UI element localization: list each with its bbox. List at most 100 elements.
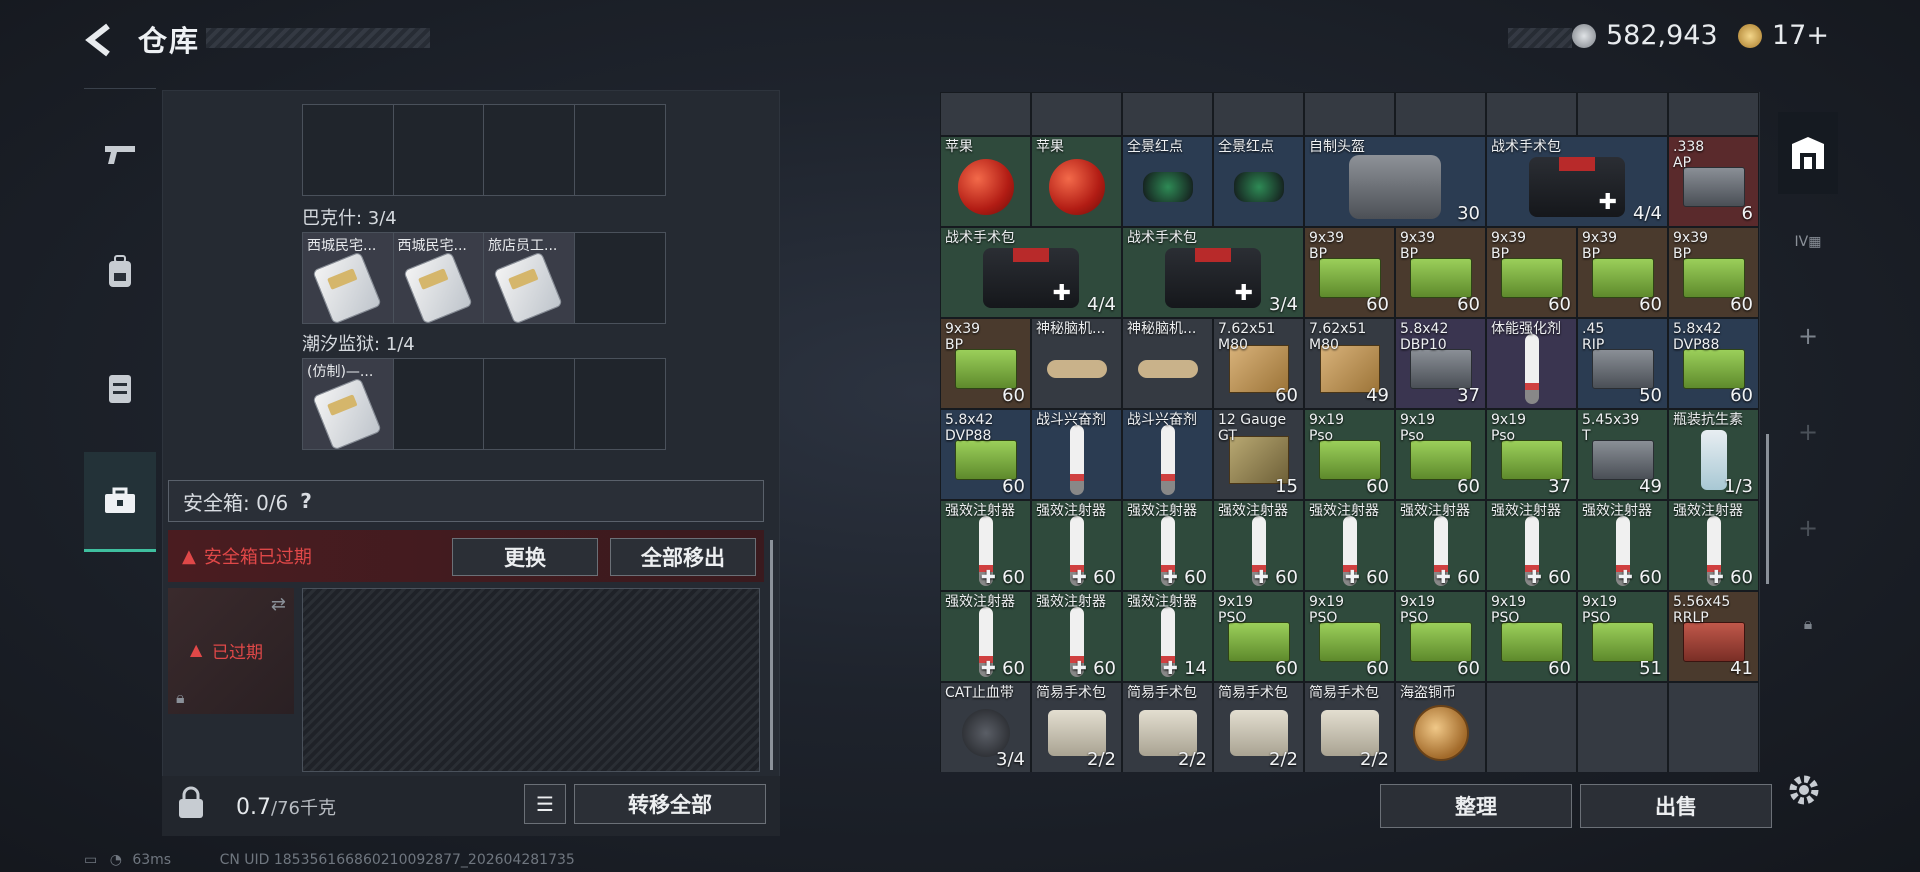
item-cell[interactable]: 神秘脑机... (1122, 318, 1213, 409)
item-cell[interactable]: 9x19 PSO 60 (1213, 591, 1304, 682)
item-cell[interactable]: 9x19 PSO 60 (1486, 591, 1577, 682)
item-cell[interactable]: 简易手术包 2/2 (1304, 682, 1395, 772)
nav-vest[interactable] (84, 338, 156, 438)
item-cell[interactable]: 简易手术包 2/2 (1031, 682, 1122, 772)
empty-cell[interactable] (1577, 682, 1668, 772)
keycard-slot[interactable]: 西城民宅... (303, 233, 394, 323)
item-cell[interactable]: 战术手术包 3/4 (1122, 227, 1304, 318)
slot[interactable] (484, 105, 575, 195)
item-cell[interactable]: 9x19 PSO 60 (1395, 591, 1486, 682)
nav-backpack[interactable] (84, 222, 156, 322)
item-cell[interactable]: 战斗兴奋剂 (1122, 409, 1213, 500)
list-view-button[interactable]: ☰ (524, 784, 566, 824)
item-cell[interactable]: 体能强化剂 (1486, 318, 1577, 409)
item-cell[interactable]: 12 Gauge GT 15 (1213, 409, 1304, 500)
grid-cell[interactable] (1122, 92, 1213, 136)
item-cell[interactable]: 5.8x42 DVP88 60 (1668, 318, 1759, 409)
item-cell[interactable]: 强效注射器 ✚ 60 (1122, 500, 1213, 591)
settings-icon[interactable] (1786, 772, 1822, 808)
item-cell[interactable]: 9x39 BP 60 (1668, 227, 1759, 318)
item-cell[interactable]: 9x19 Pso 60 (1395, 409, 1486, 500)
item-cell[interactable]: CAT止血带 3/4 (940, 682, 1031, 772)
item-cell[interactable]: 海盗铜币 (1395, 682, 1486, 772)
item-cell[interactable]: 全景红点 (1122, 136, 1213, 227)
add-tab-button[interactable]: + (1778, 306, 1838, 366)
help-icon[interactable]: ? (300, 489, 312, 513)
item-cell[interactable]: 9x19 PSO 60 (1304, 591, 1395, 682)
slot[interactable] (303, 105, 394, 195)
empty-cell[interactable] (1486, 682, 1577, 772)
slot[interactable] (575, 105, 666, 195)
item-cell[interactable]: 战术手术包 4/4 (940, 227, 1122, 318)
grid-cell[interactable] (1486, 92, 1577, 136)
item-cell[interactable]: 强效注射器 ✚ 60 (1668, 500, 1759, 591)
item-cell[interactable]: 神秘脑机... (1031, 318, 1122, 409)
keycard-slot[interactable]: 旅店员工... (484, 233, 575, 323)
organize-button[interactable]: 整理 (1380, 784, 1572, 828)
item-cell[interactable]: 强效注射器 ✚ 60 (1304, 500, 1395, 591)
item-cell[interactable]: 5.8x42 DBP10 37 (1395, 318, 1486, 409)
item-cell[interactable]: 9x39 BP 60 (1577, 227, 1668, 318)
move-all-out-button[interactable]: 全部移出 (610, 538, 756, 576)
item-cell[interactable]: 强效注射器 ✚ 60 (1577, 500, 1668, 591)
keycard-slot[interactable]: (仿制)—... (303, 359, 394, 449)
nav-case[interactable] (84, 452, 156, 552)
empty-cell[interactable] (1668, 682, 1759, 772)
item-cell[interactable]: 苹果 (940, 136, 1031, 227)
slot[interactable] (394, 105, 484, 195)
swap-icon[interactable]: ⇄ (271, 594, 286, 615)
item-cell[interactable]: 强效注射器 ✚ 60 (1395, 500, 1486, 591)
add-tab-button[interactable]: + (1778, 498, 1838, 558)
item-cell[interactable]: 5.45x39 T 49 (1577, 409, 1668, 500)
item-cell[interactable]: 自制头盔 30 (1304, 136, 1486, 227)
nav-weapon[interactable] (84, 104, 156, 204)
item-cell[interactable]: 强效注射器 ✚ 60 (1213, 500, 1304, 591)
slot[interactable] (484, 359, 575, 449)
scrollbar[interactable] (770, 540, 773, 770)
item-cell[interactable]: 9x39 BP 60 (1304, 227, 1395, 318)
stash-tab[interactable] (1778, 112, 1838, 194)
item-cell[interactable]: 7.62x51 M80 49 (1304, 318, 1395, 409)
item-cell[interactable]: 简易手术包 2/2 (1122, 682, 1213, 772)
keycard-slot[interactable]: 西城民宅... (393, 233, 484, 323)
item-cell[interactable]: 战斗兴奋剂 (1031, 409, 1122, 500)
item-cell[interactable]: 苹果 (1031, 136, 1122, 227)
add-tab-button[interactable]: + (1778, 402, 1838, 462)
storage-tab-iv[interactable]: IV▦ (1778, 212, 1838, 272)
item-cell[interactable]: 9x39 BP 60 (1486, 227, 1577, 318)
grid-scrollbar[interactable] (1766, 434, 1769, 584)
item-cell[interactable]: 9x39 BP 60 (1395, 227, 1486, 318)
item-cell[interactable]: 瓶装抗生素 1/3 (1668, 409, 1759, 500)
item-cell[interactable]: 7.62x51 M80 60 (1213, 318, 1304, 409)
item-cell[interactable]: 强效注射器 ✚ 60 (940, 591, 1031, 682)
item-cell[interactable]: 强效注射器 ✚ 60 (940, 500, 1031, 591)
item-cell[interactable]: .45 RIP 50 (1577, 318, 1668, 409)
sell-button[interactable]: 出售 (1580, 784, 1772, 828)
item-cell[interactable]: .338 AP 6 (1668, 136, 1759, 227)
item-cell[interactable]: 9x19 Pso 37 (1486, 409, 1577, 500)
item-cell[interactable]: 9x39 BP 60 (940, 318, 1031, 409)
grid-cell[interactable] (1668, 92, 1759, 136)
slot[interactable] (394, 359, 484, 449)
grid-cell[interactable] (1577, 92, 1668, 136)
currency-gold[interactable]: 17+ (1738, 20, 1829, 51)
grid-cell[interactable] (1395, 92, 1486, 136)
item-cell[interactable]: 强效注射器 ✚ 60 (1031, 591, 1122, 682)
item-cell[interactable]: 5.8x42 DVP88 60 (940, 409, 1031, 500)
grid-cell[interactable] (1304, 92, 1395, 136)
grid-cell[interactable] (940, 92, 1031, 136)
item-cell[interactable]: 5.56x45 RRLP 41 (1668, 591, 1759, 682)
transfer-all-button[interactable]: 转移全部 (574, 784, 766, 824)
item-cell[interactable]: 强效注射器 ✚ 60 (1486, 500, 1577, 591)
item-cell[interactable]: 9x19 Pso 60 (1304, 409, 1395, 500)
item-cell[interactable]: 强效注射器 ✚ 60 (1031, 500, 1122, 591)
item-cell[interactable]: 全景红点 (1213, 136, 1304, 227)
item-cell[interactable]: 9x19 PSO 51 (1577, 591, 1668, 682)
slot[interactable] (575, 359, 666, 449)
grid-cell[interactable] (1213, 92, 1304, 136)
item-cell[interactable]: 战术手术包 4/4 (1486, 136, 1668, 227)
safe-box-grid[interactable] (302, 588, 760, 772)
locked-tab[interactable]: 🔒︎ (1778, 594, 1838, 654)
replace-button[interactable]: 更换 (452, 538, 598, 576)
grid-cell[interactable] (1031, 92, 1122, 136)
